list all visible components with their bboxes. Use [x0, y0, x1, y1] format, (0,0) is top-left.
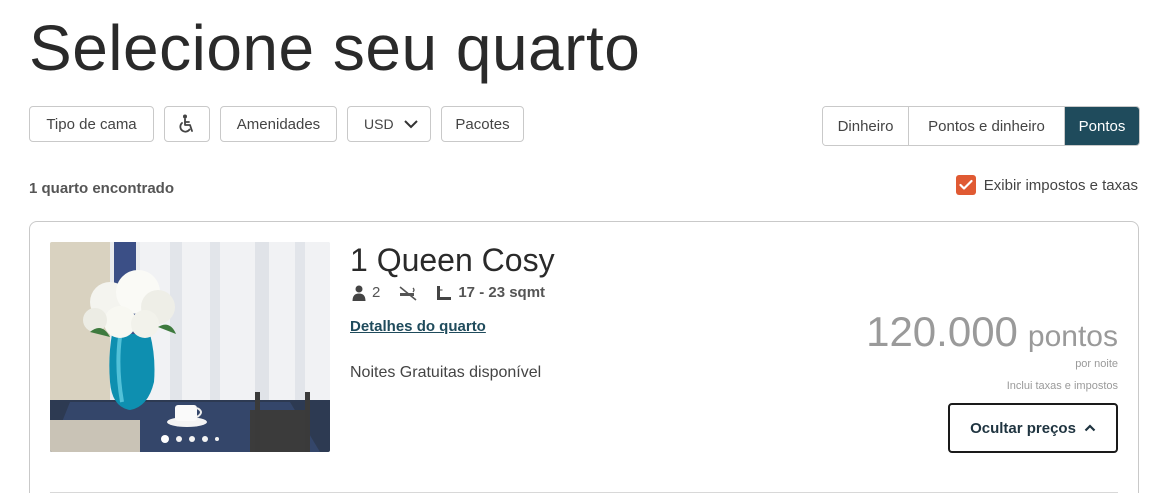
- ruler-area-icon: [437, 285, 452, 300]
- taxes-included-label: Inclui taxas e impostos: [1006, 380, 1118, 392]
- currency-select[interactable]: USD: [347, 106, 431, 142]
- carousel-dots: [50, 435, 330, 443]
- room-details-link[interactable]: Detalhes do quarto: [350, 318, 486, 335]
- no-smoking-spec: [398, 285, 418, 301]
- rate-option-points-and-cash[interactable]: Pontos e dinheiro: [909, 107, 1065, 145]
- person-icon: [352, 285, 366, 301]
- per-night-label: por noite: [1075, 358, 1118, 370]
- carousel-dot[interactable]: [215, 437, 219, 441]
- results-count: 1 quarto encontrado: [29, 180, 175, 197]
- room-card: 1 Queen Cosy 2 17 - 23 sqmt Detalhes do …: [29, 221, 1139, 493]
- no-smoking-icon: [399, 285, 417, 301]
- chevron-up-icon: [1084, 424, 1096, 432]
- room-photo-image: [50, 242, 330, 452]
- guests-spec: 2: [352, 284, 380, 301]
- rate-option-points[interactable]: Pontos: [1065, 107, 1139, 145]
- bed-type-filter[interactable]: Tipo de cama: [29, 106, 154, 142]
- size-spec: 17 - 23 sqmt: [436, 284, 545, 301]
- room-name: 1 Queen Cosy: [350, 242, 555, 278]
- wheelchair-icon: [179, 114, 193, 133]
- checkbox-checked-icon[interactable]: [955, 175, 976, 195]
- free-nights-note: Noites Gratuitas disponível: [350, 364, 542, 381]
- carousel-dot[interactable]: [176, 436, 182, 442]
- carousel-dot[interactable]: [161, 435, 169, 443]
- price-unit: pontos: [1027, 320, 1118, 353]
- accessibility-filter[interactable]: [164, 106, 210, 142]
- guests-count: 2: [372, 284, 381, 301]
- carousel-dot[interactable]: [189, 436, 195, 442]
- page-title: Selecione seu quarto: [29, 12, 641, 84]
- hide-prices-label: Ocultar preços: [970, 419, 1076, 437]
- room-price: 120.000 pontos: [866, 308, 1118, 356]
- taxes-checkbox-label: Exibir impostos e taxas: [983, 176, 1138, 194]
- room-size: 17 - 23 sqmt: [458, 284, 546, 301]
- price-value: 120.000: [866, 308, 1018, 355]
- carousel-dot[interactable]: [202, 436, 208, 442]
- rate-option-cash[interactable]: Dinheiro: [823, 107, 909, 145]
- chevron-down-icon: [404, 119, 418, 128]
- room-photo[interactable]: [50, 242, 330, 452]
- room-specs: 2 17 - 23 sqmt: [352, 284, 563, 301]
- amenities-filter[interactable]: Amenidades: [220, 106, 337, 142]
- taxes-checkbox[interactable]: Exibir impostos e taxas: [955, 175, 1138, 195]
- packages-filter[interactable]: Pacotes: [441, 106, 524, 142]
- rate-type-toggle: Dinheiro Pontos e dinheiro Pontos: [822, 106, 1140, 146]
- currency-value: USD: [364, 116, 394, 132]
- hide-prices-button[interactable]: Ocultar preços: [948, 403, 1118, 453]
